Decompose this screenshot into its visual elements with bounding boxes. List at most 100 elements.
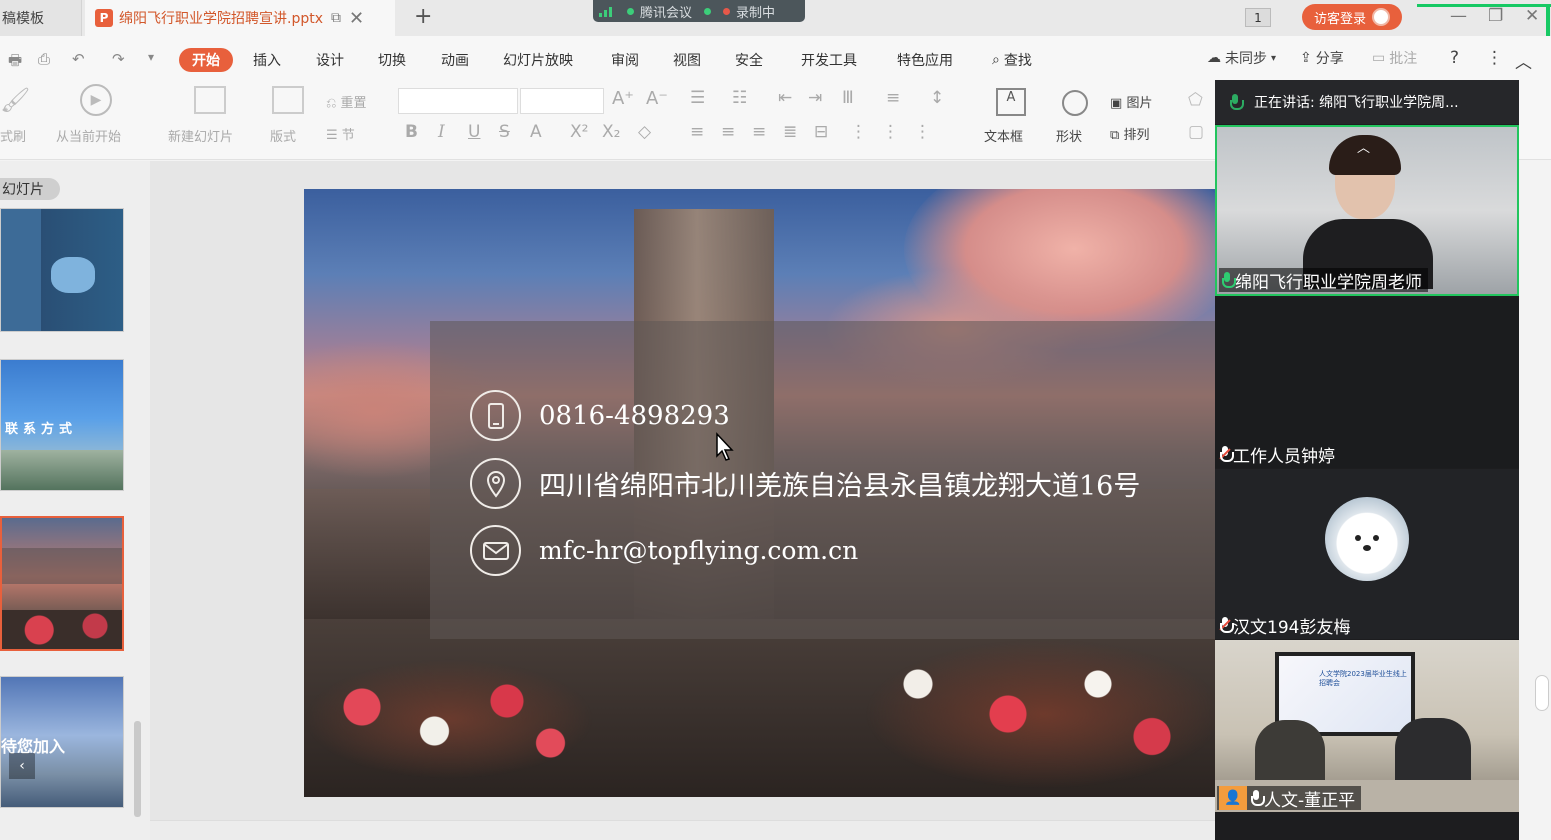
text-align-icon[interactable]: ⋮: [882, 122, 899, 142]
phone-number[interactable]: 0816-4898293: [539, 401, 730, 431]
thumbnail-scrollbar[interactable]: [134, 721, 141, 817]
play-from-current-label[interactable]: 从当前开始: [56, 126, 121, 145]
smart-art-icon[interactable]: ⋮: [914, 122, 931, 142]
collapse-ribbon-icon[interactable]: ︿: [1515, 48, 1532, 73]
strikethrough-icon[interactable]: S: [499, 122, 510, 142]
tab-active-document[interactable]: P 绵阳飞行职业学院招聘宣讲.pptx ⧉ ✕: [85, 0, 395, 36]
shape-label[interactable]: 形状: [1056, 126, 1082, 145]
redo-icon[interactable]: ↷: [112, 50, 125, 68]
superscript-icon[interactable]: X²: [570, 122, 588, 142]
menu-transitions[interactable]: 切换: [378, 48, 406, 72]
italic-icon[interactable]: I: [438, 122, 445, 142]
textbox-icon[interactable]: A: [996, 88, 1026, 116]
columns-icon[interactable]: ⋮: [850, 122, 867, 142]
print-icon[interactable]: 🖶: [8, 50, 22, 75]
thumb-prev-arrow-icon[interactable]: ‹: [9, 753, 35, 779]
undo-icon[interactable]: ↶: [72, 50, 85, 68]
notes-pane[interactable]: [150, 820, 1215, 840]
subscript-icon[interactable]: X₂: [602, 122, 620, 142]
close-tab-icon[interactable]: ✕: [349, 8, 364, 29]
collapse-tile-icon[interactable]: ︿: [1357, 137, 1370, 156]
address-text[interactable]: 四川省绵阳市北川羌族自治县永昌镇龙翔大道16号: [539, 464, 1140, 503]
align-left-icon[interactable]: ≡: [690, 122, 704, 142]
layout-icon[interactable]: [272, 86, 304, 114]
menu-start[interactable]: 开始: [179, 48, 233, 72]
paragraph-spacing-icon[interactable]: ↕: [930, 88, 944, 108]
underline-icon[interactable]: U: [468, 122, 480, 142]
justify-icon[interactable]: ≣: [783, 122, 797, 142]
menu-animations[interactable]: 动画: [441, 48, 469, 72]
tencent-meeting-bar[interactable]: 腾讯会议 录制中: [593, 0, 805, 22]
section-button[interactable]: ☰ 节: [326, 124, 355, 143]
decrease-indent-icon[interactable]: ⇤: [778, 88, 792, 108]
bullet-list-icon[interactable]: ☰: [690, 88, 705, 108]
menu-special-apps[interactable]: 特色应用: [897, 48, 953, 72]
line-spacing-icon[interactable]: ≡: [886, 88, 900, 108]
search-button[interactable]: ⌕ 查找: [992, 48, 1032, 72]
share-button[interactable]: ⇪ 分享: [1300, 48, 1344, 68]
layout-label[interactable]: 版式: [270, 126, 296, 145]
print-preview-icon[interactable]: ⎙: [38, 50, 50, 68]
increase-indent-icon[interactable]: ⇥: [808, 88, 822, 108]
clear-format-icon[interactable]: ◇: [638, 122, 651, 142]
slide-thumbnail-1[interactable]: [0, 208, 124, 332]
menu-review[interactable]: 审阅: [611, 48, 639, 72]
play-icon[interactable]: ▶: [80, 84, 112, 116]
participant-tile-1[interactable]: ︿ 绵阳飞行职业学院周老师: [1215, 125, 1519, 296]
menu-security[interactable]: 安全: [735, 48, 763, 72]
guest-login-button[interactable]: 访客登录: [1302, 4, 1402, 30]
speaking-text: 正在讲话: 绵阳飞行职业学院周...: [1254, 95, 1459, 111]
group-icon[interactable]: ▢: [1188, 122, 1204, 142]
comment-button[interactable]: ▭ 批注: [1372, 48, 1417, 68]
text-direction-icon[interactable]: Ⅲ: [842, 88, 854, 108]
menu-view[interactable]: 视图: [673, 48, 701, 72]
bold-icon[interactable]: B: [405, 122, 418, 142]
current-slide[interactable]: 0816-4898293 四川省绵阳市北川羌族自治县永昌镇龙翔大道16号 mfc…: [304, 189, 1215, 797]
menu-slideshow[interactable]: 幻灯片放映: [503, 48, 573, 72]
restore-tab-icon[interactable]: ⧉: [331, 10, 341, 26]
participant-tile-3[interactable]: 汉文194彭友梅: [1215, 469, 1519, 639]
arrange-button[interactable]: ⧉ 排列: [1110, 124, 1149, 143]
format-painter-icon[interactable]: 🖌: [0, 86, 30, 114]
tab-template[interactable]: 稿模板: [0, 0, 82, 36]
textbox-label[interactable]: 文本框: [984, 126, 1023, 145]
slide-thumbnail-4[interactable]: 待您加入 ‹: [0, 676, 124, 808]
menu-design[interactable]: 设计: [316, 48, 344, 72]
minimize-icon[interactable]: —: [1450, 6, 1467, 26]
email-address[interactable]: mfc-hr@topflying.com.cn: [539, 536, 858, 565]
reset-button[interactable]: ⎌ 重置: [326, 92, 367, 111]
slide-thumbnail-3-selected[interactable]: [0, 516, 124, 651]
more-options-icon[interactable]: ⋮: [1486, 48, 1503, 68]
slides-tab[interactable]: 幻灯片: [0, 178, 60, 200]
slide-thumbnail-2[interactable]: 联系方式: [0, 359, 124, 491]
maximize-icon[interactable]: ❐: [1488, 6, 1503, 26]
decrease-font-icon[interactable]: A⁻: [646, 88, 668, 109]
close-window-icon[interactable]: ✕: [1525, 6, 1539, 26]
new-slide-icon[interactable]: [194, 86, 226, 114]
new-tab-plus-icon[interactable]: +: [414, 4, 432, 29]
menu-developer[interactable]: 开发工具: [801, 48, 857, 72]
tab-template-label: 稿模板: [2, 11, 44, 27]
font-size-select[interactable]: [520, 88, 604, 114]
picture-button[interactable]: ▣ 图片: [1110, 92, 1152, 111]
format-painter-label[interactable]: 式刷: [0, 126, 26, 145]
quick-access-dropdown-icon[interactable]: ▾: [148, 50, 154, 64]
increase-font-icon[interactable]: A⁺: [612, 88, 634, 109]
panel-scrollbar[interactable]: [1535, 675, 1549, 711]
participant-tile-2[interactable]: 工作人员钟婷: [1215, 298, 1519, 468]
menu-insert[interactable]: 插入: [253, 48, 281, 72]
font-color-icon[interactable]: A: [530, 122, 542, 142]
font-family-select[interactable]: [398, 88, 518, 114]
window-count-badge[interactable]: 1: [1245, 8, 1271, 27]
help-icon[interactable]: ?: [1450, 48, 1459, 68]
new-slide-label[interactable]: 新建幻灯片: [168, 126, 233, 145]
align-center-icon[interactable]: ≡: [721, 122, 735, 142]
sync-status[interactable]: ☁ 未同步 ▾: [1207, 48, 1276, 68]
distributed-icon[interactable]: ⊟: [814, 122, 828, 142]
participant-tile-4[interactable]: 人文学院2023届毕业生线上招聘会 👤 人文-董正平: [1215, 640, 1519, 812]
recording-label[interactable]: 录制中: [736, 2, 775, 21]
shape-icon[interactable]: [1062, 90, 1088, 116]
more-shapes-icon[interactable]: ⬠: [1188, 90, 1203, 110]
numbered-list-icon[interactable]: ☷: [732, 88, 747, 108]
align-right-icon[interactable]: ≡: [752, 122, 766, 142]
